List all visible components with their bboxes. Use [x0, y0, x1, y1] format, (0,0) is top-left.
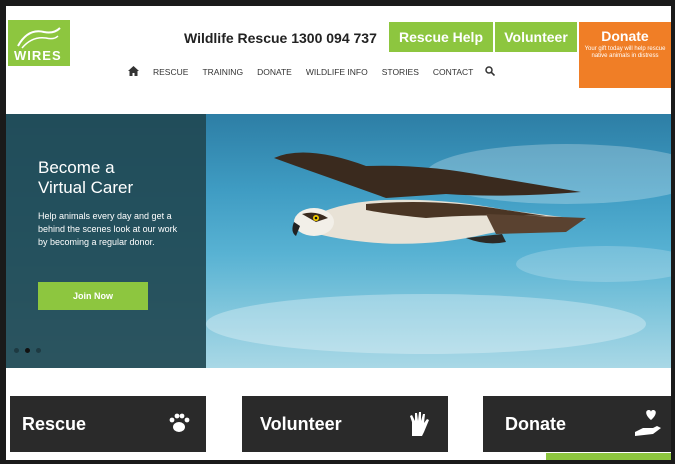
hero-promo-panel: Become a Virtual Carer Help animals ever…: [6, 114, 206, 368]
volunteer-tile[interactable]: Volunteer: [242, 396, 448, 452]
heart-hand-icon: [633, 406, 663, 443]
site-header: WIRES Wildlife Rescue 1300 094 737 Rescu…: [6, 6, 671, 104]
nav-rescue[interactable]: RESCUE: [153, 67, 188, 77]
browser-page: WIRES Wildlife Rescue 1300 094 737 Rescu…: [6, 6, 671, 460]
carousel-dot-3[interactable]: [36, 348, 41, 353]
nav-donate[interactable]: DONATE: [257, 67, 292, 77]
hero-title: Become a Virtual Carer: [38, 158, 133, 198]
home-icon[interactable]: [128, 63, 139, 81]
rescue-tile[interactable]: Rescue: [10, 396, 206, 452]
carousel-dot-1[interactable]: [14, 348, 19, 353]
hero-banner: Become a Virtual Carer Help animals ever…: [6, 114, 671, 368]
nav-contact[interactable]: CONTACT: [433, 67, 473, 77]
hero-title-line1: Become a: [38, 158, 115, 177]
main-nav: RESCUE TRAINING DONATE WILDLIFE INFO STO…: [128, 63, 496, 81]
rescue-tile-label: Rescue: [22, 413, 87, 434]
nav-stories[interactable]: STORIES: [382, 67, 419, 77]
donate-tile[interactable]: Donate: [483, 396, 671, 452]
logo-text: WIRES: [14, 48, 62, 63]
rescue-phone[interactable]: Wildlife Rescue 1300 094 737: [184, 30, 377, 46]
donate-subtitle: Your gift today will help rescue native …: [584, 46, 666, 59]
wires-logo[interactable]: WIRES: [8, 20, 70, 66]
search-icon[interactable]: [485, 63, 496, 81]
join-now-button[interactable]: Join Now: [38, 282, 148, 310]
donate-tile-label: Donate: [505, 413, 567, 434]
hand-icon: [406, 410, 432, 443]
nav-wildlife-info[interactable]: WILDLIFE INFO: [306, 67, 368, 77]
hero-description: Help animals every day and get a behind …: [38, 211, 178, 247]
paw-icon: [166, 410, 192, 441]
nav-training[interactable]: TRAINING: [202, 67, 243, 77]
carousel-dots: [14, 348, 47, 353]
donate-title: Donate: [601, 28, 649, 44]
volunteer-button[interactable]: Volunteer: [495, 22, 577, 52]
hero-title-line2: Virtual Carer: [38, 178, 134, 197]
rescue-help-button[interactable]: Rescue Help: [389, 22, 493, 52]
accent-strip: [546, 453, 671, 460]
volunteer-tile-label: Volunteer: [260, 413, 342, 434]
donate-button[interactable]: Donate Your gift today will help rescue …: [579, 22, 671, 88]
carousel-dot-2[interactable]: [25, 348, 30, 353]
